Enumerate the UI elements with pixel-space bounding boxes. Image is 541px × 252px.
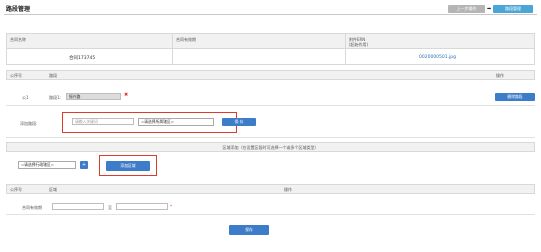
validity-sep: 至: [108, 205, 112, 210]
contract-col-name: 合同名称 合同173745: [7, 34, 173, 64]
validity-header: 公序号 区域 操作: [6, 184, 535, 194]
save-road-button[interactable]: 保 存: [222, 118, 256, 126]
attachment-link[interactable]: 0020000501.jpg: [419, 55, 456, 60]
add-region-button[interactable]: 添加区域: [106, 161, 150, 171]
contract-validity-header: 合同有效期: [176, 37, 196, 42]
remove-road-icon[interactable]: ✖: [124, 92, 128, 98]
validity-label: 合同有效期: [22, 205, 42, 210]
add-region-plus-button[interactable]: +: [80, 161, 88, 169]
row-divider: [6, 214, 535, 215]
road-section-header: 公序号 路段 操作: [6, 70, 535, 80]
validity-region-header: 区域: [49, 187, 57, 192]
road-ops-header: 操作: [496, 73, 504, 78]
road-header: 路段: [49, 73, 57, 78]
contract-attachment-header: 附件ERN (起始作用): [349, 37, 369, 47]
delete-road-button[interactable]: 删除路段: [495, 93, 535, 101]
title-divider: [4, 14, 537, 15]
validity-index-header: 公序号: [10, 187, 22, 192]
contract-table: 合同名称 合同173745 合同有效期 附件ERN (起始作用) 0020000…: [6, 33, 535, 65]
road-management-button[interactable]: 路段管理: [493, 5, 533, 13]
validity-start-input[interactable]: [52, 203, 104, 210]
add-road-label: 添加路段:: [20, 121, 38, 126]
region-add-note: 区域添加（在设置区段时可选择一个或多个区域类型）: [222, 145, 319, 150]
validity-end-input[interactable]: [116, 203, 168, 210]
contract-col-attachment: 附件ERN (起始作用) 0020000501.jpg: [346, 34, 536, 64]
row-divider: [6, 105, 535, 106]
contract-col-validity: 合同有效期: [173, 34, 346, 64]
contract-name-header: 合同名称: [10, 37, 26, 42]
arrow-right-icon: ➡: [487, 6, 492, 12]
required-mark: *: [170, 204, 172, 209]
validity-ops-header: 操作: [284, 187, 292, 192]
submit-save-button[interactable]: 保存: [229, 225, 269, 235]
road-tag: 振兴路: [66, 93, 121, 100]
road-index-header: 公序号: [10, 73, 22, 78]
page-title: 路段管理: [6, 6, 31, 13]
prev-step-button[interactable]: 上一步操作: [448, 5, 485, 13]
road-row-index: 公1: [22, 95, 29, 100]
road-row-label: 路段1:: [49, 95, 61, 100]
road-keyword-input[interactable]: 请输入关键词: [72, 118, 134, 125]
contract-name-value: 合同173745: [69, 56, 96, 61]
admin-district-select[interactable]: =请选择行政辖区=: [18, 161, 76, 169]
row-divider: [6, 137, 535, 138]
district-select[interactable]: =请选择所属辖区=: [138, 118, 214, 126]
